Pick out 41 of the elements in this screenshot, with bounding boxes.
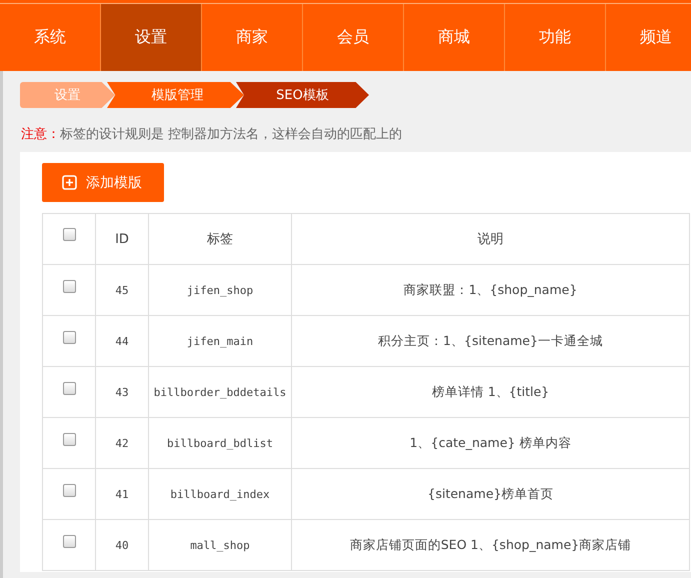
id-cell: 42: [96, 418, 148, 468]
nav-tab[interactable]: 商城: [404, 4, 505, 71]
checkbox[interactable]: [62, 432, 76, 446]
plus-icon: [62, 175, 77, 190]
id-cell: 44: [96, 316, 148, 366]
checkbox[interactable]: [62, 228, 76, 242]
id-cell: 43: [96, 366, 148, 418]
notice-text: 标签的设计规则是 控制器加方法名，这样会自动的匹配上的: [60, 127, 402, 142]
description-cell: 榜单详情 1、{title}: [292, 366, 690, 418]
column-header: 说明: [292, 214, 690, 264]
checkbox[interactable]: [62, 484, 76, 497]
add-template-button[interactable]: 添加模版: [42, 163, 164, 202]
id-cell: 40: [96, 520, 148, 570]
checkbox[interactable]: [62, 280, 76, 293]
tag-cell: billboard_bdlist: [148, 418, 292, 468]
breadcrumb-item[interactable]: 设置: [20, 82, 115, 108]
nav-tab[interactable]: 会员: [303, 4, 404, 71]
id-cell: 45: [96, 264, 148, 316]
description-cell: 商家联盟：1、{shop_name}: [292, 264, 690, 316]
column-header: 标签: [148, 214, 292, 264]
checkbox[interactable]: [62, 382, 76, 395]
nav-tab[interactable]: 设置: [101, 4, 202, 71]
breadcrumb-item[interactable]: 模版管理: [107, 82, 244, 108]
tag-cell: mall_shop: [148, 520, 292, 570]
tag-cell: billborder_bddetails: [148, 366, 292, 418]
tag-cell: jifen_shop: [148, 264, 292, 316]
nav-tab[interactable]: 商家: [202, 4, 303, 71]
nav-tab[interactable]: 频道: [606, 4, 691, 71]
description-cell: {sitename}榜单首页: [292, 468, 690, 520]
id-cell: 41: [96, 468, 148, 520]
breadcrumb-item[interactable]: SEO模板: [236, 82, 369, 108]
description-cell: 积分主页：1、{sitename}一卡通全城: [292, 316, 690, 366]
notice-label: 注意：: [21, 127, 60, 142]
tag-cell: jifen_main: [148, 316, 292, 366]
column-header: ID: [96, 214, 148, 264]
checkbox[interactable]: [62, 330, 76, 344]
tag-cell: billboard_index: [148, 468, 292, 520]
description-cell: 1、{cate_name} 榜单内容: [292, 418, 690, 468]
checkbox[interactable]: [62, 534, 76, 548]
nav-tab[interactable]: 功能: [505, 4, 606, 71]
description-cell: 商家店铺页面的SEO 1、{shop_name}商家店铺: [292, 520, 690, 570]
